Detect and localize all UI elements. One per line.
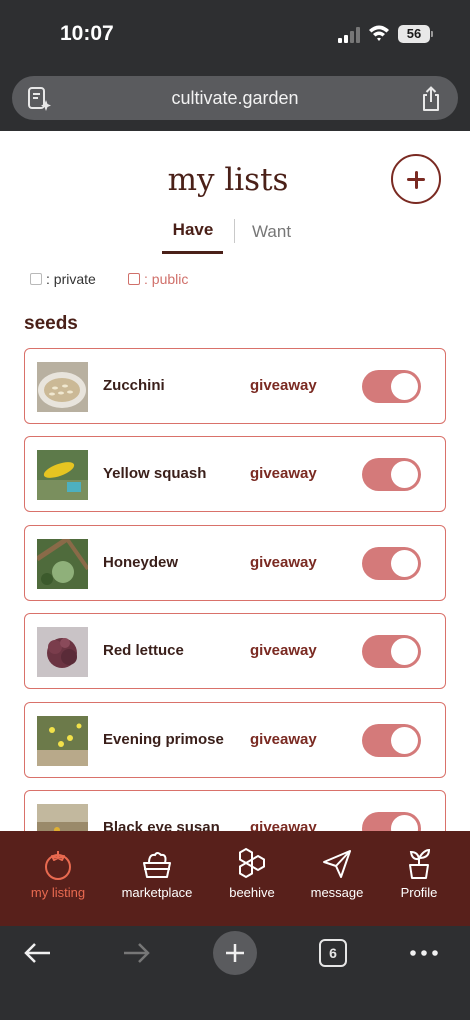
item-status: giveaway — [250, 465, 317, 482]
list-item[interactable]: Evening primose giveaway — [24, 702, 446, 778]
tab-switcher-button[interactable]: 6 — [319, 939, 347, 967]
item-status: giveaway — [250, 554, 317, 571]
toggle-knob — [391, 727, 418, 754]
item-status: giveaway — [250, 731, 317, 748]
visibility-toggle[interactable] — [362, 458, 421, 491]
item-name: Black eye susan — [103, 819, 220, 831]
nav-label: beehive — [229, 885, 275, 900]
legend-public: : public — [128, 271, 188, 287]
bottom-navigation: my listing marketplace beehive message P… — [0, 831, 470, 926]
evening-primrose-photo — [37, 716, 88, 766]
honeydew-photo — [37, 539, 88, 589]
list-item[interactable]: Zucchini giveaway — [24, 348, 446, 424]
nav-label: Profile — [400, 885, 438, 900]
black-eye-susan-photo — [37, 804, 88, 831]
browser-toolbar: 6 — [0, 926, 470, 1020]
list-item[interactable]: Red lettuce giveaway — [24, 613, 446, 689]
toggle-knob — [391, 815, 418, 831]
visibility-toggle[interactable] — [362, 370, 421, 403]
list-item[interactable]: Honeydew giveaway — [24, 525, 446, 601]
sprout-pot-icon — [409, 848, 431, 879]
legend-private: : private — [30, 271, 96, 287]
zucchini-seeds-photo — [37, 362, 88, 412]
nav-profile[interactable]: Profile — [372, 831, 466, 926]
item-status: giveaway — [250, 377, 317, 394]
new-tab-button[interactable] — [213, 931, 257, 975]
nav-label: message — [310, 885, 364, 900]
nav-beehive[interactable]: beehive — [205, 831, 299, 926]
toggle-knob — [391, 461, 418, 488]
tab-divider — [234, 219, 235, 243]
visibility-toggle[interactable] — [362, 547, 421, 580]
forward-arrow-icon[interactable] — [120, 939, 152, 967]
item-name: Red lettuce — [103, 642, 184, 659]
market-basket-icon — [143, 852, 171, 878]
paper-plane-icon — [323, 850, 351, 878]
visibility-toggle[interactable] — [362, 635, 421, 668]
visibility-toggle[interactable] — [362, 812, 421, 831]
legend-public-label: : public — [144, 271, 189, 287]
tab-have[interactable]: Have — [163, 220, 223, 240]
active-tab-indicator — [162, 251, 223, 254]
list-item[interactable]: Yellow squash giveaway — [24, 436, 446, 512]
back-arrow-icon[interactable] — [22, 939, 54, 967]
list-item[interactable]: Black eye susan giveaway — [24, 790, 446, 831]
page-content: my lists Have Want : private : public se… — [0, 0, 470, 831]
item-status: giveaway — [250, 642, 317, 659]
page-title: my lists — [167, 162, 289, 198]
nav-message[interactable]: message — [290, 831, 384, 926]
toggle-knob — [391, 638, 418, 665]
nav-label: marketplace — [121, 885, 193, 900]
more-options-icon[interactable] — [408, 939, 440, 967]
public-checkbox-icon — [128, 273, 140, 285]
item-status: giveaway — [250, 819, 317, 831]
plus-icon — [226, 944, 244, 962]
private-checkbox-icon — [30, 273, 42, 285]
item-name: Zucchini — [103, 377, 165, 394]
nav-my-listing[interactable]: my listing — [11, 831, 105, 926]
toggle-knob — [391, 373, 418, 400]
honeycomb-icon — [239, 847, 265, 879]
toggle-knob — [391, 550, 418, 577]
nav-marketplace[interactable]: marketplace — [110, 831, 204, 926]
item-name: Evening primose — [103, 731, 224, 748]
yellow-squash-photo — [37, 450, 88, 500]
legend-private-label: : private — [46, 271, 96, 287]
tomato-icon — [45, 851, 71, 880]
section-title: seeds — [24, 313, 78, 334]
item-name: Yellow squash — [103, 465, 207, 482]
nav-label: my listing — [30, 885, 86, 900]
visibility-toggle[interactable] — [362, 724, 421, 757]
red-lettuce-photo — [37, 627, 88, 677]
tab-want[interactable]: Want — [252, 222, 291, 242]
add-item-button[interactable] — [391, 154, 441, 204]
item-name: Honeydew — [103, 554, 179, 571]
